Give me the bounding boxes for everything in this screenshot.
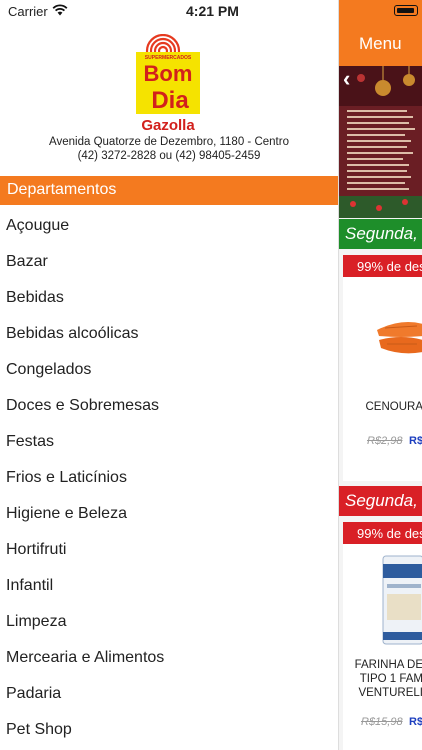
product-name-line: VENTURELI — [358, 687, 422, 699]
product-image — [371, 310, 422, 365]
department-item[interactable]: Hortifruti — [0, 532, 338, 568]
department-item[interactable]: Limpeza — [0, 604, 338, 640]
department-item[interactable]: Congelados — [0, 352, 338, 388]
clock: 4:21 PM — [186, 3, 239, 19]
main-content-panel: Menu ‹ Segunda, 99% de des CENOURA R$2,9… — [338, 0, 422, 750]
product-name-line: FARINHA DE — [354, 659, 422, 671]
svg-text:Gazolla: Gazolla — [141, 117, 195, 134]
department-item[interactable]: Festas — [0, 424, 338, 460]
battery-icon — [394, 5, 418, 16]
product-card[interactable]: 99% de des CENOURA R$2,98 R$ — [343, 255, 422, 481]
store-address: Avenida Quatorze de Dezembro, 1180 - Cen… — [49, 136, 289, 148]
wifi-icon — [52, 3, 68, 21]
store-logo: SUPERMERCADOS Bom Dia Gazolla — [134, 33, 204, 134]
nav-bar: Menu — [339, 0, 422, 66]
department-item[interactable]: Pet Shop — [0, 712, 338, 748]
menu-title: Menu — [359, 34, 402, 53]
departments-header: Departamentos — [0, 176, 338, 205]
department-item[interactable]: Bazar — [0, 244, 338, 280]
carousel-prev-icon[interactable]: ‹ — [343, 66, 350, 92]
department-item[interactable]: Infantil — [0, 568, 338, 604]
new-price: R$ — [409, 716, 422, 728]
day-banner: Segunda, — [339, 486, 422, 516]
department-list: Açougue Bazar Bebidas Bebidas alcoólicas… — [0, 208, 338, 748]
department-item[interactable]: Higiene e Beleza — [0, 496, 338, 532]
discount-badge: 99% de des — [343, 255, 422, 277]
product-image — [381, 554, 422, 651]
promo-banner[interactable] — [339, 66, 422, 218]
department-item[interactable]: Padaria — [0, 676, 338, 712]
store-address-block: Avenida Quatorze de Dezembro, 1180 - Cen… — [0, 135, 338, 163]
product-name: CENOURA — [365, 401, 422, 413]
day-banner: Segunda, — [339, 219, 422, 249]
department-item[interactable]: Bebidas alcoólicas — [0, 316, 338, 352]
product-name-line: TIPO 1 FAM — [359, 673, 422, 685]
svg-text:Bom: Bom — [144, 61, 193, 86]
svg-text:Dia: Dia — [151, 87, 189, 114]
old-price: R$15,98 — [361, 716, 403, 728]
department-item[interactable]: Doces e Sobremesas — [0, 388, 338, 424]
side-drawer: Carrier 4:21 PM SUPERMERCADOS Bom Dia Ga… — [0, 0, 338, 750]
discount-badge: 99% de des — [343, 522, 422, 544]
carrier-label: Carrier — [8, 4, 48, 19]
department-item[interactable]: Mercearia e Alimentos — [0, 640, 338, 676]
store-phones: (42) 3272-2828 ou (42) 98405-2459 — [77, 150, 261, 162]
status-bar: Carrier 4:21 PM — [0, 0, 338, 24]
old-price: R$2,98 — [367, 435, 403, 447]
department-item[interactable]: Frios e Laticínios — [0, 460, 338, 496]
department-item[interactable]: Açougue — [0, 208, 338, 244]
product-card[interactable]: 99% de des FARINHA DE TIPO 1 FAM VENTURE… — [343, 522, 422, 750]
new-price: R$ — [409, 435, 422, 447]
department-item[interactable]: Bebidas — [0, 280, 338, 316]
